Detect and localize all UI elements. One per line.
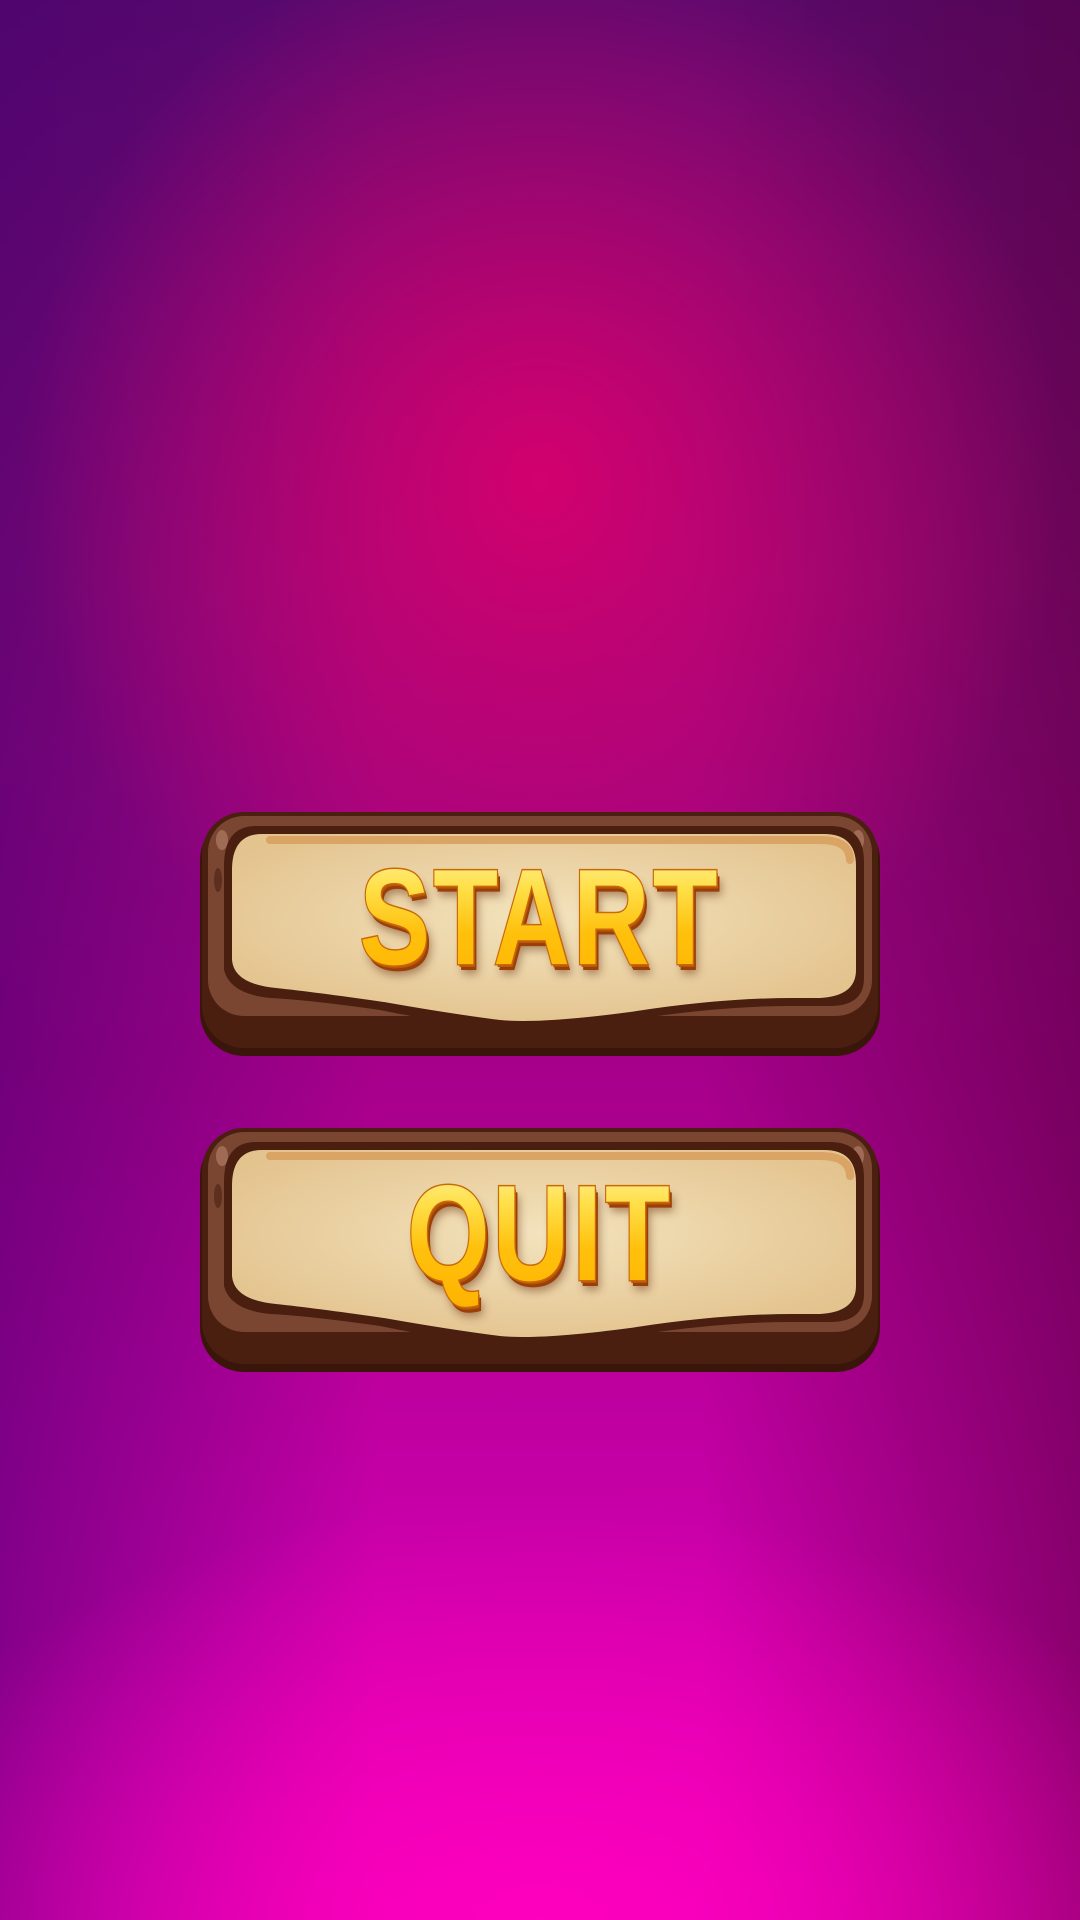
quit-button[interactable]: QUIT QUIT [200, 1126, 880, 1372]
start-button[interactable]: START START [200, 810, 880, 1056]
quit-label-shadow: QUIT [406, 1157, 673, 1310]
start-label-shadow: START [358, 841, 721, 994]
game-menu-screen: { "menu": { "start_label": "START", "qui… [0, 0, 1080, 1920]
